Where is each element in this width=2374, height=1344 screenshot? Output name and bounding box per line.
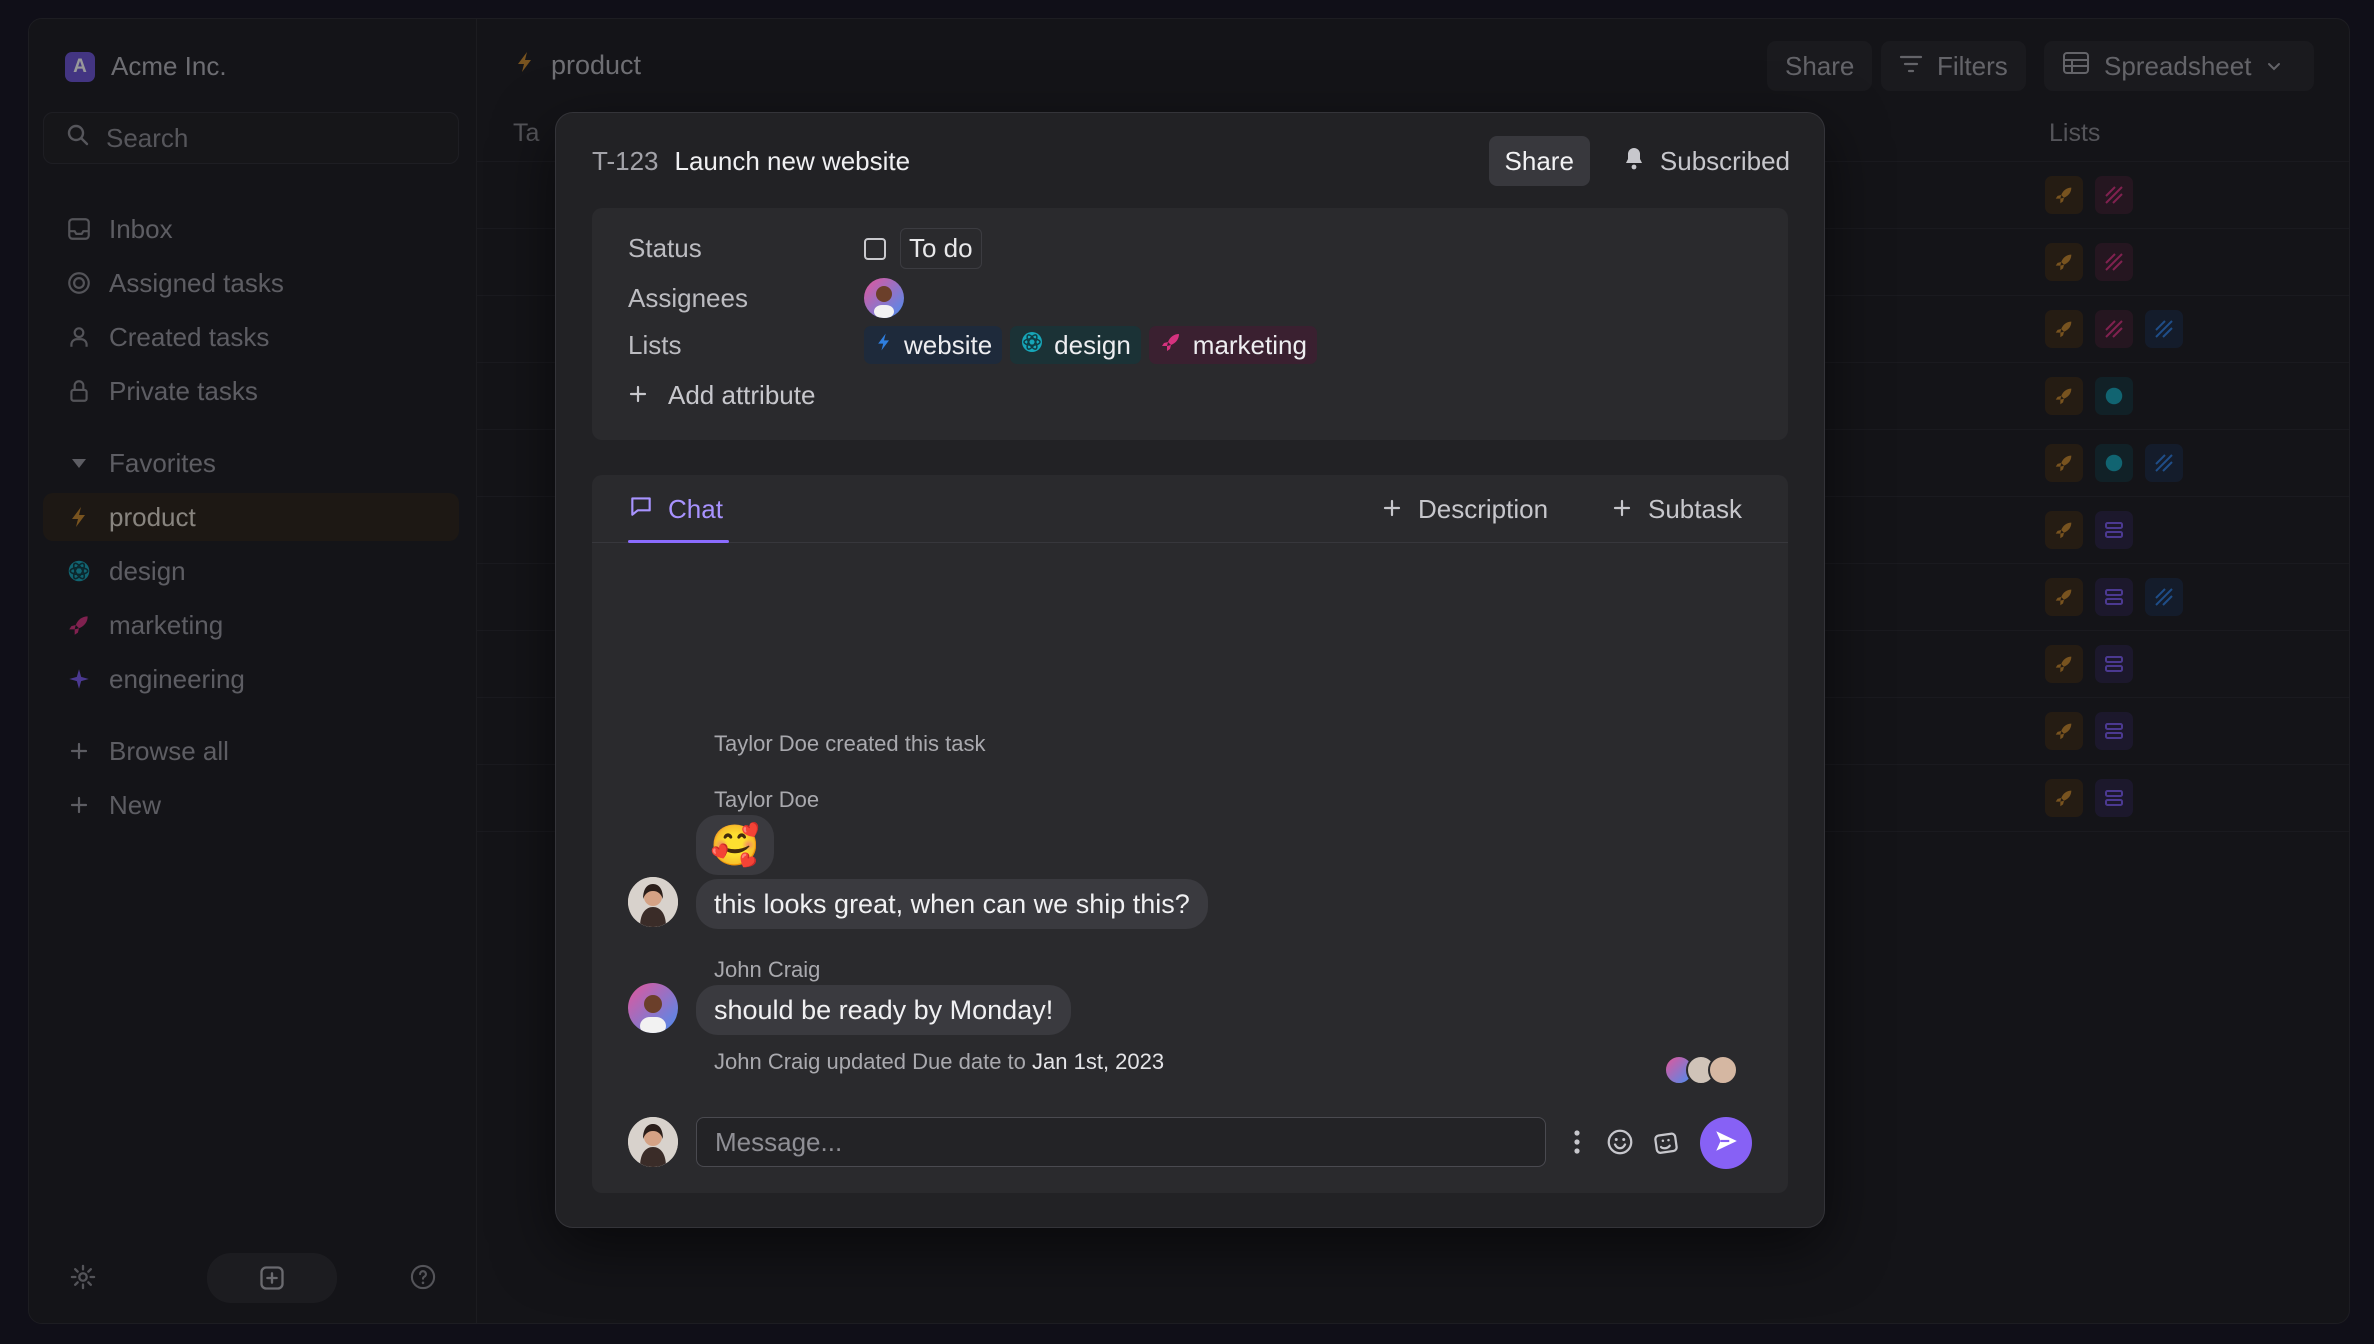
list-tag-label: website bbox=[904, 329, 993, 360]
atom-icon bbox=[1020, 330, 1044, 361]
assignee-avatar[interactable] bbox=[864, 278, 904, 318]
rocket-icon bbox=[1159, 330, 1183, 361]
status-label: Status bbox=[628, 233, 702, 263]
emoji-message: 🥰 bbox=[696, 815, 774, 875]
assignees-row: Assignees bbox=[628, 278, 904, 318]
subscribe-button[interactable]: Subscribed bbox=[1622, 145, 1790, 178]
add-description-button[interactable]: Description bbox=[1382, 475, 1548, 543]
assignees-label: Assignees bbox=[628, 282, 748, 313]
update-value: Jan 1st, 2023 bbox=[1032, 1049, 1165, 1074]
task-modal: T-123 Launch new website Share Subscribe… bbox=[555, 112, 1825, 1228]
status-value[interactable]: To do bbox=[900, 228, 982, 269]
send-button[interactable] bbox=[1700, 1117, 1752, 1169]
message-sender: Taylor Doe bbox=[714, 787, 820, 812]
message-input[interactable]: Message... bbox=[696, 1117, 1546, 1167]
status-row: Status To do bbox=[628, 228, 982, 269]
update-text: John Craig updated Due date to bbox=[714, 1049, 1026, 1074]
task-id: T-123 bbox=[592, 145, 659, 176]
message-sender: John Craig bbox=[714, 957, 821, 982]
tab-chat[interactable]: Chat bbox=[628, 475, 723, 543]
message-bubble: should be ready by Monday! bbox=[696, 985, 1072, 1035]
activity-update: John Craig updated Due date to Jan 1st, … bbox=[714, 1049, 1164, 1075]
subscribed-label: Subscribed bbox=[1659, 145, 1790, 176]
lists-label: Lists bbox=[628, 329, 682, 360]
taylor-avatar bbox=[628, 877, 678, 927]
john-avatar bbox=[628, 983, 678, 1033]
list-tag-label: design bbox=[1054, 329, 1131, 360]
description-label: Description bbox=[1418, 493, 1549, 524]
task-header: T-123 Launch new website Share Subscribe… bbox=[592, 133, 1790, 189]
plus-icon bbox=[1612, 494, 1632, 525]
active-tab-indicator bbox=[628, 540, 729, 543]
avatar bbox=[1708, 1055, 1738, 1085]
current-user-avatar bbox=[628, 1117, 678, 1167]
list-tag-label: marketing bbox=[1192, 329, 1307, 360]
chat-tabs: Chat Description Subtask bbox=[592, 475, 1788, 543]
more-options-icon[interactable] bbox=[1562, 1117, 1592, 1167]
task-title[interactable]: Launch new website bbox=[675, 146, 911, 177]
seen-by-avatars[interactable] bbox=[1664, 1055, 1738, 1085]
message-placeholder: Message... bbox=[715, 1126, 843, 1157]
activity-created: Taylor Doe created this task bbox=[714, 731, 986, 756]
list-tag-marketing[interactable]: marketing bbox=[1148, 326, 1317, 364]
add-subtask-button[interactable]: Subtask bbox=[1612, 475, 1742, 543]
list-tag-design[interactable]: design bbox=[1010, 326, 1141, 364]
chat-panel: Chat Description Subtask Taylor Doe crea… bbox=[592, 475, 1788, 1193]
lists-row: Lists website design marketing bbox=[628, 326, 1325, 364]
plus-icon bbox=[628, 380, 648, 411]
sticker-icon[interactable] bbox=[1648, 1117, 1684, 1167]
send-icon bbox=[1713, 1128, 1739, 1159]
add-attribute-button[interactable]: Add attribute bbox=[628, 380, 815, 411]
emoji-picker-icon[interactable] bbox=[1602, 1117, 1638, 1167]
subtask-label: Subtask bbox=[1648, 493, 1742, 524]
bolt-icon bbox=[874, 330, 894, 361]
plus-icon bbox=[1382, 494, 1402, 525]
bell-icon bbox=[1622, 145, 1646, 178]
chat-bubble-icon bbox=[628, 493, 654, 526]
list-tag-website[interactable]: website bbox=[864, 326, 1003, 364]
message-bubble: this looks great, when can we ship this? bbox=[696, 879, 1208, 929]
attributes-panel: Status To do Assignees Lists website des… bbox=[592, 208, 1788, 440]
tab-chat-label: Chat bbox=[668, 493, 723, 524]
status-checkbox[interactable] bbox=[864, 237, 886, 260]
task-share-button[interactable]: Share bbox=[1488, 136, 1590, 186]
add-attribute-label: Add attribute bbox=[668, 380, 816, 410]
